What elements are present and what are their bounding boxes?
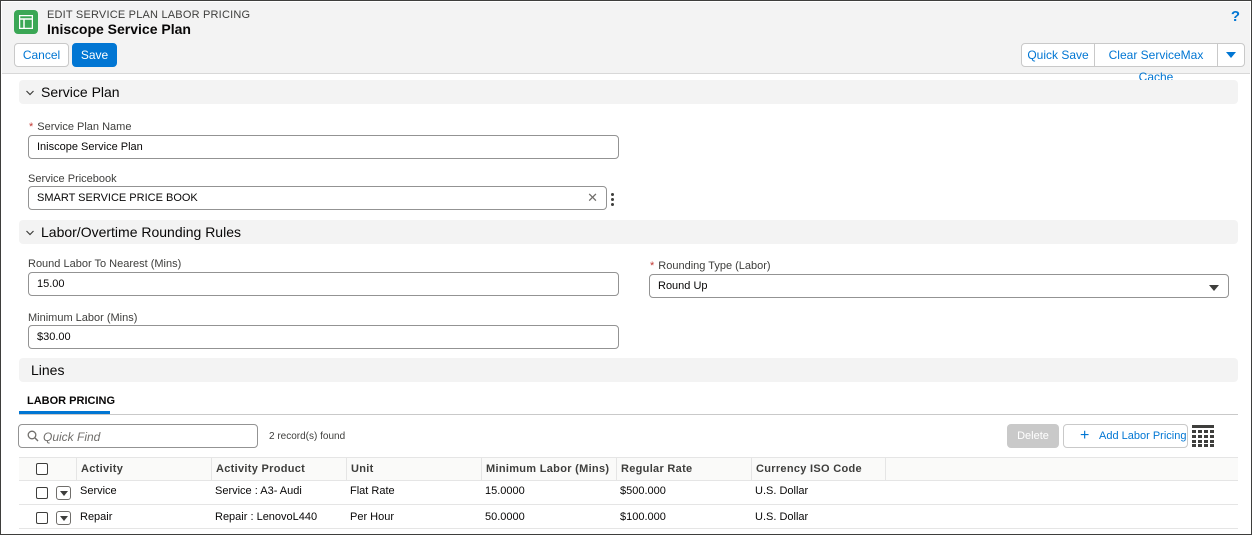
table-header: Activity Activity Product Unit Minimum L… — [19, 457, 1238, 481]
cell-activity: Service — [80, 485, 117, 497]
cell-activity-product: Service : A3- Audi — [215, 485, 302, 497]
clear-icon[interactable]: ✕ — [587, 187, 598, 209]
section-lines: Lines — [19, 358, 1238, 382]
add-labor-pricing-label: Add Labor Pricing — [1099, 430, 1187, 442]
rounding-type-value: Round Up — [658, 280, 708, 292]
plus-icon: + — [1080, 427, 1090, 444]
table-row: Service Service : A3- Audi Flat Rate 15.… — [19, 481, 1238, 505]
clear-cache-button[interactable]: Clear ServiceMax Cache — [1095, 44, 1218, 84]
cell-activity-product: Repair : LenovoL440 — [215, 511, 318, 523]
service-pricebook-value: SMART SERVICE PRICE BOOK — [37, 192, 198, 204]
service-plan-name-label: * Service Plan Name — [29, 121, 132, 133]
cell-regular-rate: $500.000 — [620, 485, 666, 497]
row-checkbox[interactable] — [36, 487, 48, 499]
search-icon — [27, 430, 39, 442]
column-header-unit[interactable]: Unit — [346, 458, 481, 481]
chevron-down-icon — [26, 230, 34, 236]
row-menu-icon[interactable] — [56, 486, 71, 500]
cell-minimum-labor: 50.0000 — [485, 511, 525, 523]
round-labor-label: Round Labor To Nearest (Mins) — [28, 258, 182, 270]
section-title: Labor/Overtime Rounding Rules — [41, 224, 241, 240]
required-marker: * — [29, 121, 34, 133]
cell-currency: U.S. Dollar — [755, 511, 809, 523]
more-actions-dropdown[interactable] — [1218, 44, 1244, 66]
window-frame: EDIT SERVICE PLAN LABOR PRICING Iniscope… — [0, 0, 1252, 535]
search-placeholder: Quick Find — [43, 430, 101, 444]
chevron-down-icon — [1226, 52, 1236, 58]
section-title: Lines — [31, 362, 65, 378]
service-pricebook-label: Service Pricebook — [28, 173, 117, 185]
action-button-group: Quick Save Clear ServiceMax Cache — [1021, 43, 1245, 84]
minimum-labor-label: Minimum Labor (Mins) — [28, 312, 138, 324]
chevron-down-icon — [1209, 285, 1219, 291]
required-marker: * — [650, 260, 655, 272]
cell-activity: Repair — [80, 511, 113, 523]
delete-button[interactable]: Delete — [1007, 424, 1059, 448]
row-menu-icon[interactable] — [56, 511, 71, 525]
column-header-minimum-labor[interactable]: Minimum Labor (Mins) — [481, 458, 616, 481]
cell-regular-rate: $100.000 — [620, 511, 666, 523]
page-title: Iniscope Service Plan — [47, 21, 191, 37]
tab-divider — [19, 414, 1238, 415]
quick-save-button[interactable]: Quick Save — [1022, 44, 1095, 66]
page-eyebrow: EDIT SERVICE PLAN LABOR PRICING — [47, 9, 251, 21]
round-labor-input[interactable]: 15.00 — [28, 272, 619, 296]
row-checkbox[interactable] — [36, 512, 48, 524]
column-header-activity-product[interactable]: Activity Product — [211, 458, 346, 481]
save-button[interactable]: Save — [72, 43, 117, 67]
record-count: 2 record(s) found — [269, 431, 346, 442]
help-icon[interactable]: ? — [1231, 8, 1240, 25]
select-all-checkbox[interactable] — [36, 463, 48, 475]
rounding-type-label: * Rounding Type (Labor) — [650, 260, 771, 272]
cell-unit: Flat Rate — [350, 485, 395, 497]
chevron-down-icon — [26, 90, 34, 96]
quick-find-input[interactable]: Quick Find — [18, 424, 258, 448]
add-labor-pricing-button[interactable]: + Add Labor Pricing — [1063, 424, 1188, 448]
section-title: Service Plan — [41, 84, 120, 100]
cell-unit: Per Hour — [350, 511, 395, 523]
columns-grid-icon[interactable] — [1192, 425, 1214, 447]
column-header-activity[interactable]: Activity — [76, 458, 211, 481]
table-row: Repair Repair : LenovoL440 Per Hour 50.0… — [19, 505, 1238, 529]
column-header-currency[interactable]: Currency ISO Code — [751, 458, 886, 481]
tab-labor-pricing[interactable]: LABOR PRICING — [27, 395, 115, 407]
service-pricebook-lookup[interactable]: SMART SERVICE PRICE BOOK ✕ — [28, 186, 607, 210]
section-service-plan[interactable]: Service Plan — [19, 80, 1238, 104]
app-icon — [14, 10, 38, 34]
cell-minimum-labor: 15.0000 — [485, 485, 525, 497]
minimum-labor-input[interactable]: $30.00 — [28, 325, 619, 349]
rounding-type-select[interactable]: Round Up — [649, 274, 1229, 298]
kebab-icon[interactable] — [611, 193, 615, 207]
service-plan-name-input[interactable]: Iniscope Service Plan — [28, 135, 619, 159]
section-rounding-rules[interactable]: Labor/Overtime Rounding Rules — [19, 220, 1238, 244]
page-header: EDIT SERVICE PLAN LABOR PRICING Iniscope… — [2, 2, 1250, 84]
column-header-regular-rate[interactable]: Regular Rate — [616, 458, 751, 481]
cell-currency: U.S. Dollar — [755, 485, 809, 497]
cancel-button[interactable]: Cancel — [14, 43, 69, 67]
